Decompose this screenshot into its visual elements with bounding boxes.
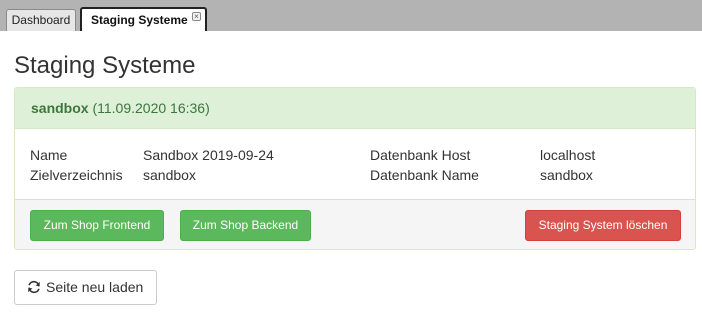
panel-footer: Zum Shop Frontend Zum Shop Backend Stagi…: [15, 199, 695, 249]
dir-value: sandbox: [143, 167, 196, 183]
tab-staging-systeme[interactable]: Staging Systeme ×: [80, 7, 207, 31]
page-title: Staging Systeme: [14, 52, 196, 79]
panel-heading: sandbox (11.09.2020 16:36): [15, 88, 695, 129]
staging-system-panel: sandbox (11.09.2020 16:36) Name Sandbox …: [14, 87, 696, 250]
refresh-icon: [28, 280, 40, 294]
dir-label: Zielverzeichnis: [30, 167, 123, 183]
shop-backend-button[interactable]: Zum Shop Backend: [180, 210, 311, 241]
close-icon[interactable]: ×: [192, 12, 201, 21]
shop-frontend-button[interactable]: Zum Shop Frontend: [30, 210, 164, 241]
db-name-label: Datenbank Name: [370, 167, 479, 183]
db-host-value: localhost: [540, 147, 596, 163]
system-name: sandbox: [31, 100, 89, 116]
reload-label: Seite neu laden: [46, 279, 144, 295]
system-timestamp: (11.09.2020 16:36): [92, 100, 210, 116]
db-name-value: sandbox: [540, 167, 593, 183]
reload-page-button[interactable]: Seite neu laden: [14, 270, 157, 305]
tab-strip: Dashboard Staging Systeme ×: [0, 0, 702, 31]
name-value: Sandbox 2019-09-24: [143, 147, 274, 163]
name-label: Name: [30, 147, 68, 163]
delete-staging-system-button[interactable]: Staging System löschen: [525, 210, 681, 241]
tab-label: Staging Systeme: [91, 13, 188, 27]
tab-dashboard[interactable]: Dashboard: [6, 9, 76, 31]
db-host-label: Datenbank Host: [370, 147, 471, 163]
panel-body: Name Sandbox 2019-09-24 Datenbank Host l…: [15, 129, 695, 200]
